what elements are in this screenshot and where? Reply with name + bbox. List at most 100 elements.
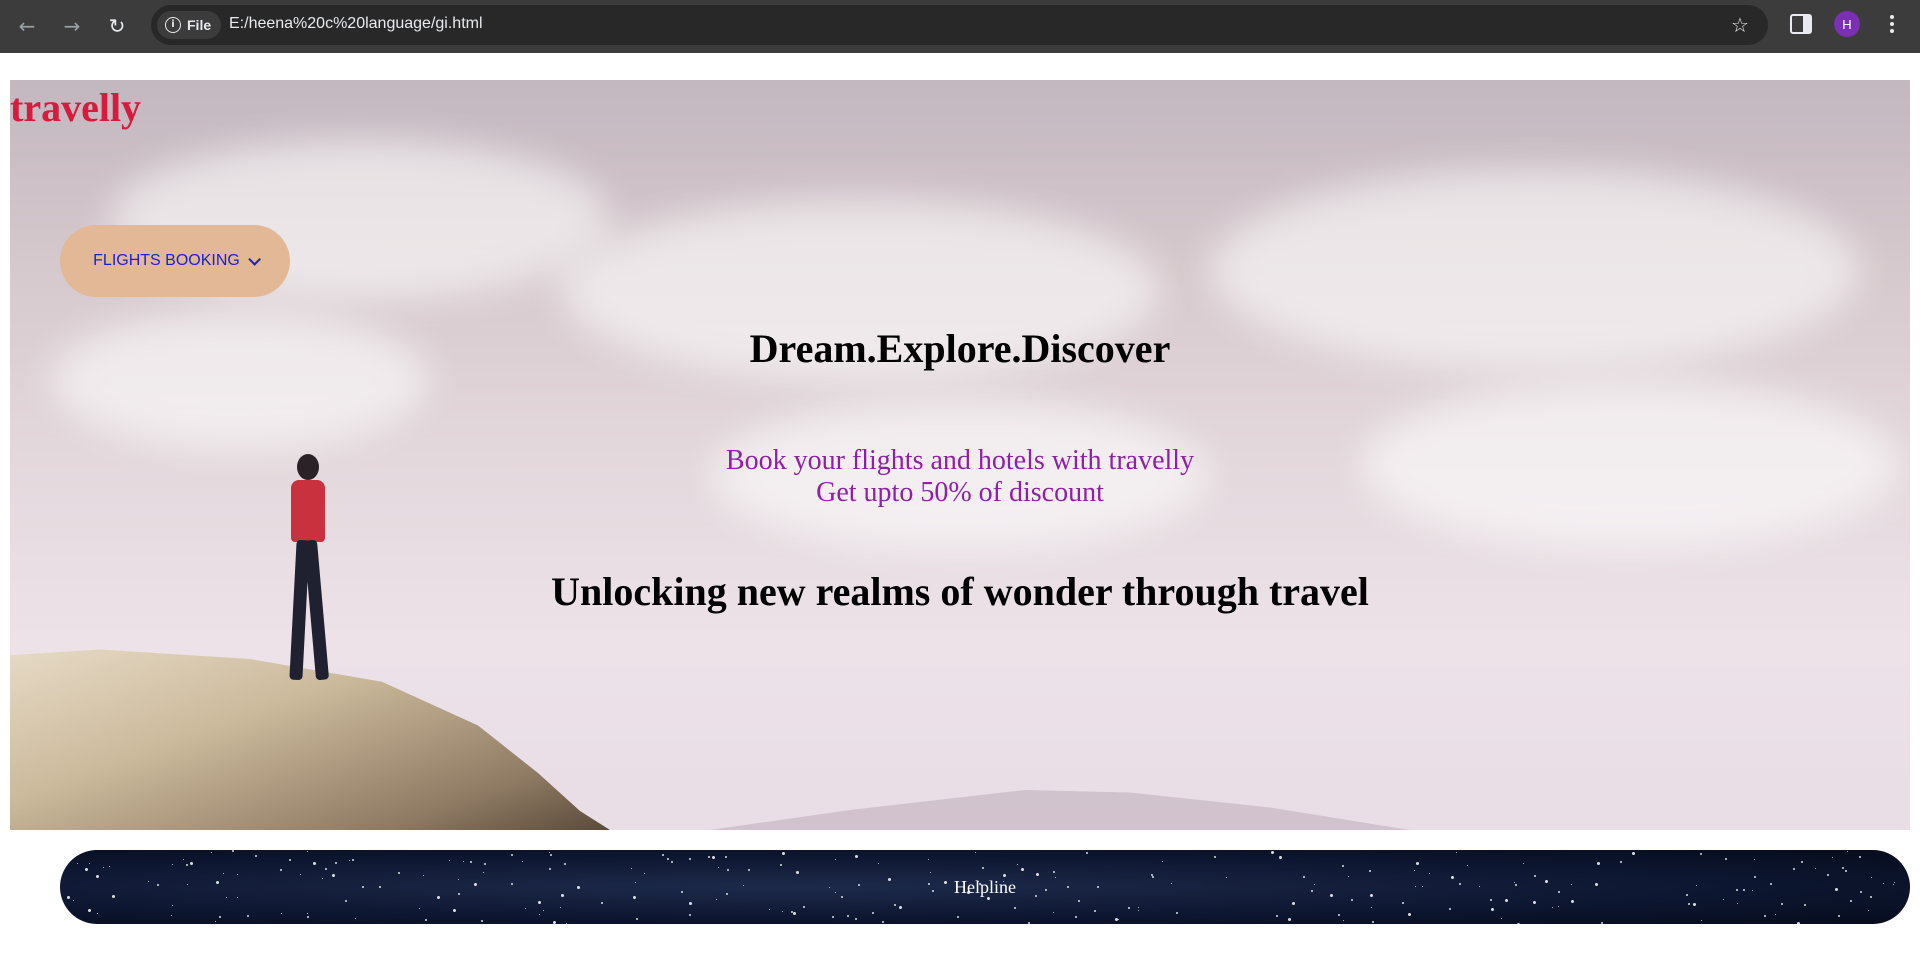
star-dot — [1688, 902, 1691, 905]
forward-button[interactable]: → — [57, 11, 87, 41]
star-dot — [560, 906, 562, 908]
star-dot — [932, 889, 935, 892]
star-dot — [1695, 884, 1697, 886]
star-dot — [1514, 881, 1516, 883]
star-dot — [1342, 864, 1345, 867]
star-dot — [726, 868, 729, 871]
site-info-chip[interactable]: i File — [157, 11, 222, 39]
star-dot — [1868, 910, 1870, 912]
star-dot — [1736, 903, 1738, 905]
star-dot — [1078, 899, 1081, 902]
star-dot — [1291, 902, 1295, 906]
star-dot — [378, 886, 381, 889]
star-dot — [480, 919, 483, 922]
star-dot — [956, 916, 959, 919]
side-panel-icon[interactable] — [1790, 14, 1812, 34]
back-button[interactable]: ← — [12, 11, 42, 41]
brand-logo[interactable]: travelly — [10, 84, 141, 131]
hero-subtext-discount: Get upto 50% of discount — [816, 477, 1104, 508]
star-dot — [871, 912, 874, 915]
star-dot — [1017, 863, 1019, 865]
star-dot — [1700, 920, 1702, 922]
star-dot — [781, 911, 783, 913]
star-dot — [1288, 918, 1292, 921]
star-dot — [1350, 898, 1353, 901]
star-dot — [1459, 883, 1462, 886]
star-dot — [577, 886, 581, 890]
star-dot — [1522, 862, 1524, 864]
address-bar[interactable]: i File E:/heena%20c%20language/gi.html ☆ — [151, 5, 1768, 45]
scheme-label: File — [187, 17, 212, 33]
star-dot — [1338, 914, 1341, 917]
star-dot — [689, 913, 692, 916]
star-dot — [157, 884, 160, 887]
star-dot — [831, 916, 834, 919]
star-dot — [1736, 889, 1739, 892]
star-dot — [1370, 907, 1372, 909]
star-dot — [247, 914, 250, 917]
star-dot — [1631, 852, 1635, 856]
star-dot — [887, 878, 891, 882]
star-dot — [829, 886, 831, 888]
hero-headline: Dream.Explore.Discover — [749, 326, 1171, 371]
star-dot — [223, 872, 225, 874]
star-dot — [307, 850, 309, 852]
star-dot — [1770, 883, 1773, 886]
star-dot — [1723, 898, 1725, 900]
star-dot — [1557, 891, 1560, 894]
star-dot — [878, 863, 880, 865]
star-dot — [944, 880, 948, 884]
star-dot — [769, 908, 771, 910]
star-dot — [307, 916, 310, 919]
star-dot — [781, 852, 785, 856]
star-dot — [1074, 915, 1077, 918]
info-icon: i — [165, 17, 181, 33]
star-dot — [1276, 914, 1279, 917]
star-dot — [537, 901, 541, 905]
star-dot — [1161, 860, 1163, 862]
star-dot — [725, 893, 728, 896]
star-dot — [712, 856, 716, 860]
star-dot — [1544, 880, 1548, 884]
star-dot — [1835, 888, 1839, 892]
profile-avatar[interactable]: H — [1834, 11, 1860, 37]
star-dot — [1067, 886, 1070, 889]
star-dot — [458, 893, 461, 896]
star-dot — [803, 906, 806, 909]
flights-booking-button[interactable]: FLIGHTS BOOKING — [60, 225, 290, 297]
star-dot — [548, 867, 551, 870]
star-dot — [307, 913, 309, 915]
star-dot — [1422, 886, 1424, 888]
flights-booking-label: FLIGHTS BOOKING — [93, 252, 240, 269]
helpline-bar[interactable]: Helpline — [60, 850, 1910, 924]
star-dot — [474, 883, 478, 887]
star-dot — [1314, 883, 1316, 885]
star-dot — [237, 873, 239, 875]
star-dot — [633, 895, 637, 899]
helpline-label[interactable]: Helpline — [954, 877, 1016, 898]
star-dot — [1052, 912, 1054, 914]
star-dot — [748, 868, 751, 871]
bookmark-star-icon[interactable]: ☆ — [1726, 11, 1754, 39]
reload-button[interactable]: ↻ — [102, 11, 132, 41]
star-dot — [1558, 905, 1560, 907]
star-dot — [1401, 902, 1404, 905]
star-dot — [345, 900, 348, 903]
reload-icon: ↻ — [108, 14, 126, 38]
star-dot — [352, 858, 355, 861]
star-dot — [1792, 868, 1795, 871]
star-dot — [452, 909, 456, 913]
hero-subtext-booking: Book your flights and hotels with travel… — [725, 445, 1195, 476]
star-dot — [1552, 906, 1554, 908]
star-dot — [742, 884, 744, 886]
star-dot — [1532, 901, 1536, 905]
star-dot — [1797, 921, 1801, 924]
browser-toolbar: ← → ↻ i File E:/heena%20c%20language/gi.… — [0, 0, 1920, 53]
star-dot — [1035, 895, 1038, 898]
url-text[interactable]: E:/heena%20c%20language/gi.html — [229, 15, 483, 33]
star-dot — [644, 873, 646, 875]
kebab-menu-icon[interactable] — [1880, 11, 1904, 37]
star-dot — [397, 871, 400, 874]
star-dot — [1170, 882, 1172, 884]
hero-tagline: Unlocking new realms of wonder through t… — [551, 569, 1369, 614]
